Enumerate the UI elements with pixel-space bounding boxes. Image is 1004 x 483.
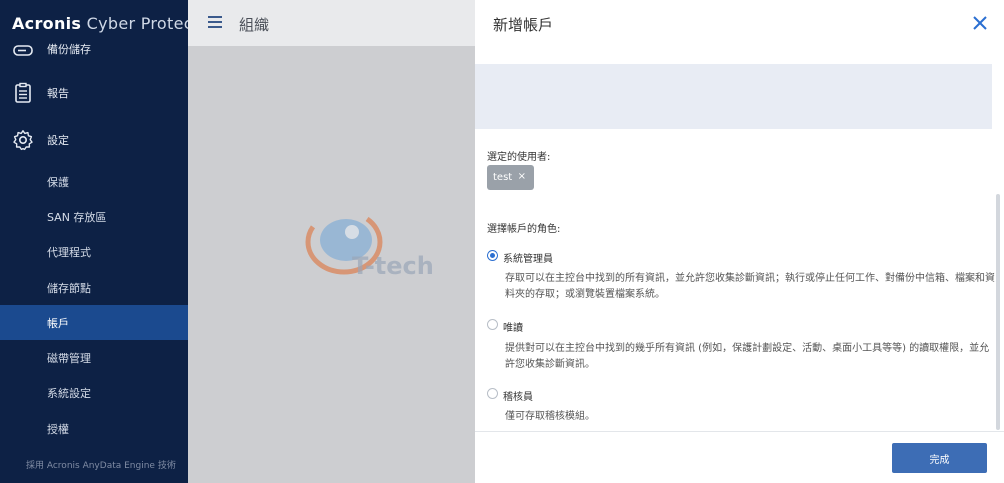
sidebar-item-label: 報告 [47, 87, 69, 100]
hamburger-icon[interactable] [208, 16, 222, 28]
chip-remove-icon[interactable]: × [518, 171, 526, 182]
done-button[interactable]: 完成 [892, 443, 987, 473]
role-radio-auditor[interactable] [487, 388, 498, 399]
sidebar-item-backup-storage[interactable]: 備份儲存 [0, 31, 188, 67]
role-name: 系統管理員 [503, 254, 553, 265]
sidebar-item-licensing[interactable]: 授權 [0, 411, 188, 446]
top-bar: 組織 [188, 0, 475, 46]
selected-users-label: 選定的使用者: [487, 152, 551, 163]
role-description: 提供對可以在主控台中找到的幾乎所有資訊 (例如，保護計劃設定、活動、桌面小工具等… [505, 343, 990, 370]
role-name: 稽核員 [503, 392, 533, 403]
user-chip: test × [487, 165, 534, 190]
role-label: 選擇帳戶的角色: [487, 224, 561, 235]
sidebar-item-label: 設定 [47, 134, 69, 147]
role-description: 存取可以在主控台中找到的所有資訊，並允許您收集診斷資訊；執行或停止任何工作、對備… [505, 273, 995, 300]
role-radio-readonly[interactable] [487, 319, 498, 330]
storage-icon [13, 45, 33, 56]
sidebar-item-label: 備份儲存 [47, 43, 91, 56]
sidebar-item-tape-management[interactable]: 磁帶管理 [0, 340, 188, 375]
sidebar-item-settings[interactable]: 設定 [0, 122, 188, 158]
info-box [475, 64, 992, 129]
panel-footer: 完成 [475, 431, 1004, 483]
add-account-panel: 新增帳戶 選定的使用者: test × 選擇帳戶的角色: 系統管理員 存取可以在… [475, 0, 1004, 483]
sidebar: Acronis Cyber Protect 備份儲存 報告 設定 保護 SAN … [0, 0, 188, 483]
watermark-text: T-tech [352, 252, 434, 280]
report-icon [15, 82, 31, 103]
panel-title: 新增帳戶 [493, 16, 554, 34]
sidebar-item-reports[interactable]: 報告 [0, 75, 188, 111]
sidebar-item-protection[interactable]: 保護 [0, 164, 188, 199]
sidebar-item-agents[interactable]: 代理程式 [0, 234, 188, 269]
gear-icon [13, 130, 33, 151]
role-radio-admin[interactable] [487, 250, 498, 261]
page-title: 組織 [239, 16, 270, 34]
sidebar-item-storage-nodes[interactable]: 儲存節點 [0, 270, 188, 305]
role-description: 僅可存取稽核模組。 [505, 411, 595, 422]
powered-by-note: 採用 Acronis AnyData Engine 技術 [26, 461, 176, 471]
sidebar-item-accounts[interactable]: 帳戶 [0, 305, 188, 340]
sidebar-item-san-storage[interactable]: SAN 存放區 [0, 199, 188, 234]
user-chip-label: test [493, 172, 513, 183]
sidebar-item-system-settings[interactable]: 系統設定 [0, 375, 188, 410]
panel-scrollbar[interactable] [996, 194, 1000, 430]
role-name: 唯讀 [503, 323, 523, 334]
close-icon[interactable] [971, 14, 989, 32]
